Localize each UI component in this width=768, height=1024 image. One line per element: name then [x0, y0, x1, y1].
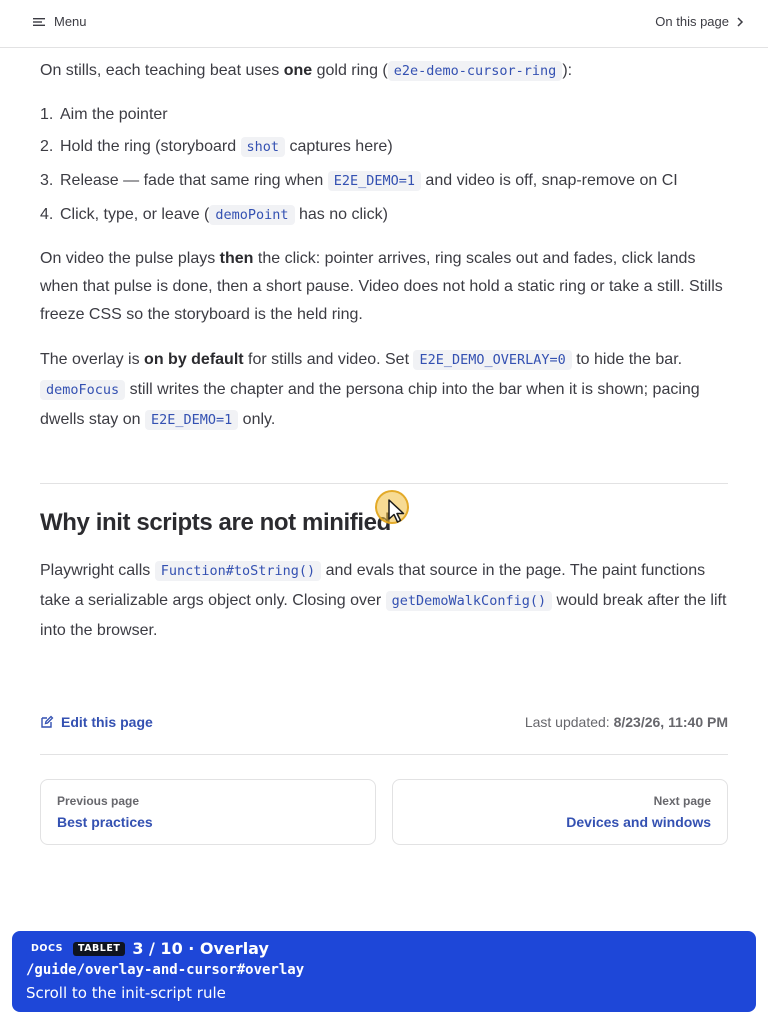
overlay-paragraph: The overlay is on by default for stills …	[40, 345, 728, 435]
list-item-text: has no click)	[294, 206, 388, 223]
docs-chip: DOCS	[26, 941, 68, 956]
inline-code: shot	[240, 137, 286, 157]
on-this-page-label: On this page	[655, 14, 729, 29]
paragraph-text: On video the pulse plays	[40, 250, 220, 267]
intro-text: On stills, each teaching beat uses	[40, 62, 284, 79]
device-chip: TABLET	[72, 941, 126, 956]
list-item-text: Release — fade that same ring when	[60, 172, 328, 189]
next-page-title: Devices and windows	[566, 814, 711, 830]
intro-paragraph: On stills, each teaching beat uses one g…	[40, 57, 728, 85]
section-divider	[40, 483, 728, 484]
mouse-pointer-icon	[388, 499, 405, 523]
list-item-text: and video is off, snap-remove on CI	[420, 172, 678, 189]
edit-icon	[41, 715, 54, 728]
list-item-text: Click, type, or leave (	[60, 206, 210, 223]
last-updated-label: Last updated:	[524, 714, 610, 730]
overlay-header: DOCS TABLET 3 / 10 · Overlay	[26, 939, 742, 958]
list-item-text: Aim the pointer	[60, 106, 168, 123]
menu-label: Menu	[54, 14, 87, 29]
top-nav-bar: Menu On this page	[0, 0, 768, 48]
paragraph-emphasis: on by default	[144, 351, 244, 368]
overlay-action: Scroll to the init-script rule	[26, 984, 226, 1002]
previous-page-title: Best practices	[57, 814, 153, 830]
paragraph-text: Playwright calls	[40, 562, 155, 579]
inline-code: demoPoint	[209, 205, 295, 225]
last-updated: Last updated: 8/23/26, 11:40 PM	[525, 714, 728, 730]
paragraph-text: only.	[238, 411, 276, 428]
inline-code: e2e-demo-cursor-ring	[387, 61, 563, 81]
list-item: 3. Release — fade that same ring when E2E…	[40, 167, 728, 201]
intro-text: ):	[562, 62, 573, 79]
inline-code: getDemoWalkConfig()	[385, 591, 553, 611]
list-item: 2. Hold the ring (storyboard shot capture…	[40, 133, 728, 167]
list-item-text: captures here)	[285, 138, 393, 155]
menu-button[interactable]: Menu	[32, 14, 87, 29]
intro-emphasis: one	[283, 62, 313, 79]
overlay-route: /guide/overlay-and-cursor#overlay	[26, 962, 305, 978]
paragraph-text: The overlay is	[40, 351, 145, 368]
steps-list: 1. Aim the pointer 2. Hold the ring (story…	[40, 101, 728, 234]
list-item-number: 1.	[40, 106, 54, 123]
intro-text: gold ring (	[312, 62, 388, 79]
list-item-number: 4.	[40, 206, 54, 223]
list-item: 1. Aim the pointer	[40, 101, 728, 133]
init-scripts-paragraph: Playwright calls Function#toString() and…	[40, 556, 728, 646]
edit-this-page-link[interactable]: Edit this page	[40, 714, 153, 730]
footer-divider	[40, 754, 728, 755]
inline-code: E2E_DEMO=1	[144, 410, 239, 430]
inline-code: E2E_DEMO_OVERLAY=0	[413, 350, 572, 370]
inline-code: E2E_DEMO=1	[327, 171, 421, 191]
list-item-number: 2.	[40, 138, 54, 155]
list-item-number: 3.	[40, 172, 54, 189]
inline-code: demoFocus	[40, 380, 126, 400]
demo-overlay-bar: DOCS TABLET 3 / 10 · Overlay /guide/over…	[12, 931, 756, 1012]
paragraph-text: still writes the chapter and the persona…	[40, 381, 700, 428]
previous-page-link[interactable]: Previous page Best practices	[40, 779, 376, 845]
edit-this-page-label: Edit this page	[61, 714, 153, 730]
hamburger-menu-icon	[33, 17, 45, 26]
inline-code: Function#toString()	[154, 561, 322, 581]
next-page-desc: Next page	[653, 794, 711, 808]
paragraph-text: for stills and video. Set	[243, 351, 414, 368]
overlay-chapter: 3 / 10 · Overlay	[132, 939, 269, 958]
previous-page-desc: Previous page	[57, 794, 140, 808]
paragraph-emphasis: then	[219, 250, 254, 267]
list-item-text: Hold the ring (storyboard	[60, 138, 241, 155]
video-paragraph: On video the pulse plays then the click:…	[40, 245, 728, 329]
chevron-right-icon	[737, 16, 744, 27]
last-updated-value: 8/23/26, 11:40 PM	[613, 714, 728, 730]
list-item: 4. Click, type, or leave (demoPoint has n…	[40, 201, 728, 234]
on-this-page-button[interactable]: On this page	[655, 14, 746, 29]
section-heading: Why init scripts are not minified	[40, 509, 391, 536]
next-page-link[interactable]: Next page Devices and windows	[392, 779, 728, 845]
paragraph-text: to hide the bar.	[571, 351, 683, 368]
